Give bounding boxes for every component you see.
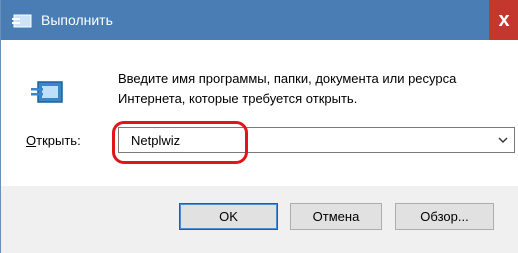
chevron-down-icon[interactable]	[498, 135, 508, 145]
window-title: Выполнить	[41, 12, 113, 28]
open-input[interactable]: Netplwiz	[131, 133, 180, 148]
open-label: Открыть:	[26, 133, 81, 148]
open-combobox[interactable]: Netplwiz	[118, 127, 515, 153]
button-bar: OK Отмена Обзор...	[1, 186, 518, 253]
dialog-content: Введите имя программы, папки, документа …	[1, 40, 518, 186]
run-dialog-window: Выполнить x Введите имя программы, папки…	[0, 0, 518, 253]
run-dialog-icon	[31, 81, 63, 103]
run-app-icon	[12, 14, 32, 28]
open-label-text: ткрыть:	[36, 133, 81, 148]
title-bar[interactable]: Выполнить x	[1, 0, 518, 40]
browse-button[interactable]: Обзор...	[395, 203, 494, 230]
ok-button[interactable]: OK	[179, 203, 278, 230]
cancel-button[interactable]: Отмена	[290, 203, 382, 230]
open-label-accelerator: О	[26, 133, 37, 148]
instruction-text: Введите имя программы, папки, документа …	[118, 71, 457, 106]
close-button[interactable]: x	[489, 0, 518, 40]
